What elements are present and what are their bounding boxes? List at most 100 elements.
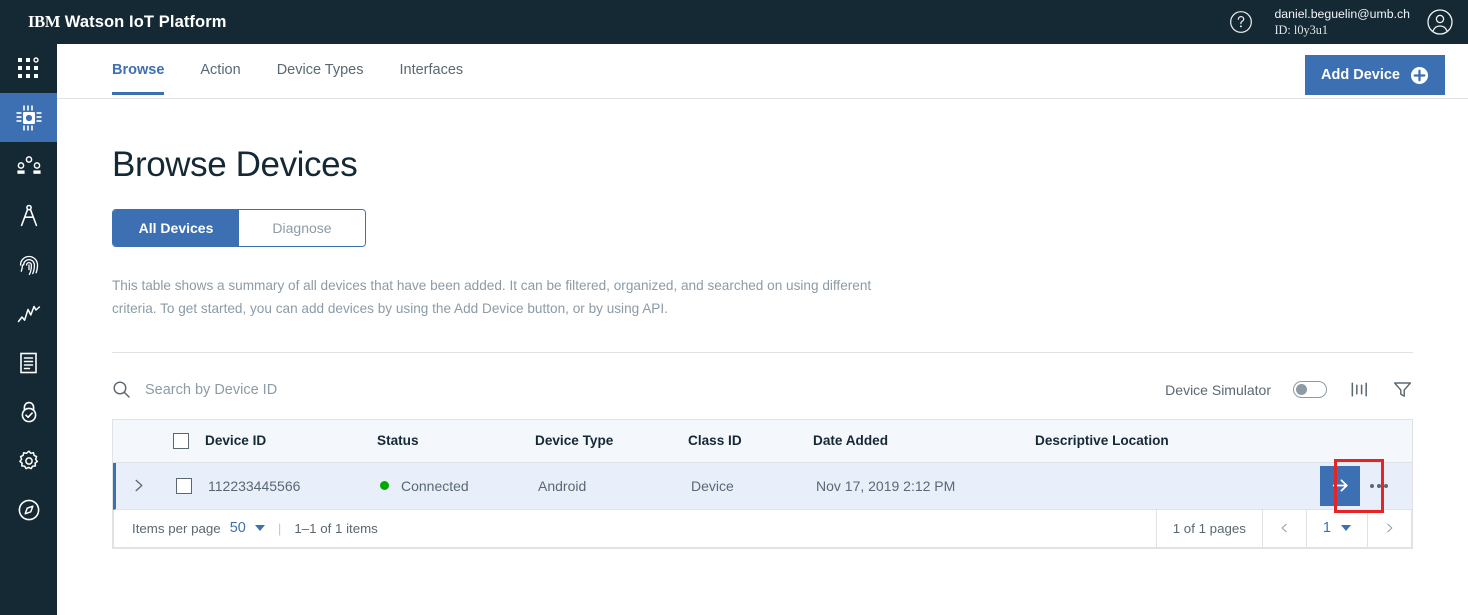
page-title: Browse Devices [112,145,358,184]
current-page-selector[interactable]: 1 [1305,509,1367,548]
sidebar-item-settings[interactable] [0,436,57,485]
row-actions-cell [1312,465,1412,506]
segment-diagnose[interactable]: Diagnose [239,210,365,246]
cell-class-id: Device [691,477,734,494]
main-content: Browse Action Device Types Interfaces Ad… [57,44,1468,615]
table-toolbar: Device Simulator [112,361,1413,419]
overflow-dot [1370,483,1374,488]
header-select-all-cell [157,432,205,449]
device-simulator-toggle[interactable] [1293,381,1327,399]
pagination-right: 1 of 1 pages 1 [1155,509,1411,548]
app-root: IBM Watson IoT Platform daniel.beguelin@… [0,0,1468,615]
row-overflow-menu-button[interactable] [1360,466,1398,506]
circle-plus-icon [1410,66,1429,84]
columns-icon[interactable] [1349,379,1370,400]
device-view-segmented-control: All Devices Diagnose [112,209,366,247]
pagination-separator: | [277,520,282,536]
current-page-value: 1 [1322,520,1331,537]
segment-all-devices[interactable]: All Devices [113,210,239,246]
select-all-checkbox[interactable] [173,432,189,449]
fingerprint-icon [19,255,38,275]
sidebar-item-explore[interactable] [0,485,57,534]
sidebar-item-boards[interactable] [0,191,57,240]
add-device-button[interactable]: Add Device [1305,55,1445,95]
row-expand-cell[interactable] [116,478,160,493]
overflow-dot [1377,483,1381,488]
arrow-right-icon [1332,479,1348,492]
chevron-left-icon [1281,523,1287,533]
page-count-text: 1 of 1 pages [1155,509,1262,548]
status-indicator-dot [380,481,389,491]
left-nav-rail [0,44,57,615]
tab-browse[interactable]: Browse [112,44,165,95]
tab-interfaces[interactable]: Interfaces [399,44,463,92]
column-header-device-type[interactable]: Device Type [535,433,688,448]
page-body: Browse Devices All Devices Diagnose This… [57,145,1468,549]
table-pagination: Items per page 50 | 1–1 of 1 items 1 of … [113,509,1412,548]
chevron-right-icon [1387,523,1393,533]
page-chevron-down-icon[interactable] [1341,525,1351,532]
chip-icon [16,105,41,130]
sidebar-item-members[interactable] [0,142,57,191]
column-header-device-id[interactable]: Device ID [205,433,377,448]
user-email: daniel.beguelin@umb.ch [1274,6,1410,21]
sidebar-item-devices[interactable] [0,93,57,142]
previous-page-button[interactable] [1261,509,1306,548]
items-per-page-chevron-down-icon[interactable] [254,525,265,532]
table-row[interactable]: 112233445566 Connected Android Device No… [113,458,1412,513]
sidebar-item-logs[interactable] [0,338,57,387]
lock-check-icon [21,401,36,422]
search-area [112,380,445,399]
search-icon [113,381,130,398]
user-info: daniel.beguelin@umb.ch ID: l0y3u1 [1274,6,1410,38]
users-group-icon [16,155,41,174]
column-header-class-id[interactable]: Class ID [688,433,813,448]
brand-ibm-text: IBM [28,12,61,31]
line-chart-icon [17,305,40,322]
column-header-status[interactable]: Status [377,433,535,448]
sidebar-item-access[interactable] [0,387,57,436]
filter-funnel-icon[interactable] [1392,379,1413,400]
cell-device-id: 112233445566 [208,477,301,494]
toggle-knob [1295,383,1307,395]
top-header-bar: IBM Watson IoT Platform daniel.beguelin@… [0,0,1468,44]
sidebar-item-analytics[interactable] [0,289,57,338]
compass-circle-icon [18,499,39,520]
overflow-dot [1384,483,1388,488]
column-header-date-added[interactable]: Date Added [813,433,1035,448]
gear-icon [18,449,38,469]
section-tabbar: Browse Action Device Types Interfaces Ad… [57,44,1468,99]
row-checkbox[interactable] [176,477,192,494]
item-range-text: 1–1 of 1 items [294,520,378,536]
toolbar-right-controls: Device Simulator [1165,379,1413,400]
devices-table: Device ID Status Device Type Class ID Da… [112,418,1413,549]
items-per-page-value[interactable]: 50 [230,520,246,536]
grid-apps-icon [17,56,39,78]
column-header-descriptive-location[interactable]: Descriptive Location [1035,433,1312,448]
tab-device-types[interactable]: Device Types [277,44,364,92]
row-open-device-button[interactable] [1320,465,1360,506]
pagination-left: Items per page 50 | 1–1 of 1 items [114,520,378,536]
document-list-icon [19,352,37,373]
page-description: This table shows a summary of all device… [112,278,872,317]
items-per-page-label: Items per page [132,520,221,536]
header-right-cluster: daniel.beguelin@umb.ch ID: l0y3u1 [1226,0,1468,44]
status-text: Connected [401,477,469,494]
next-page-button[interactable] [1367,509,1411,548]
device-simulator-label: Device Simulator [1165,381,1271,398]
table-header-row: Device ID Status Device Type Class ID Da… [113,419,1412,463]
cell-status: Connected [380,478,538,494]
sidebar-item-security-identity[interactable] [0,240,57,289]
add-device-label: Add Device [1321,67,1400,83]
user-avatar-icon[interactable] [1424,6,1456,38]
product-brand: IBM Watson IoT Platform [28,12,227,32]
chevron-right-icon [135,479,142,492]
compass-drafting-icon [20,204,37,226]
sidebar-item-app-switcher[interactable] [0,44,57,93]
tab-action[interactable]: Action [200,44,240,92]
row-select-cell [160,477,208,494]
help-circle-icon[interactable] [1226,7,1256,37]
search-input[interactable] [145,381,445,398]
brand-product-text: Watson IoT Platform [64,13,227,31]
cell-date-added: Nov 17, 2019 2:12 PM [816,477,956,494]
